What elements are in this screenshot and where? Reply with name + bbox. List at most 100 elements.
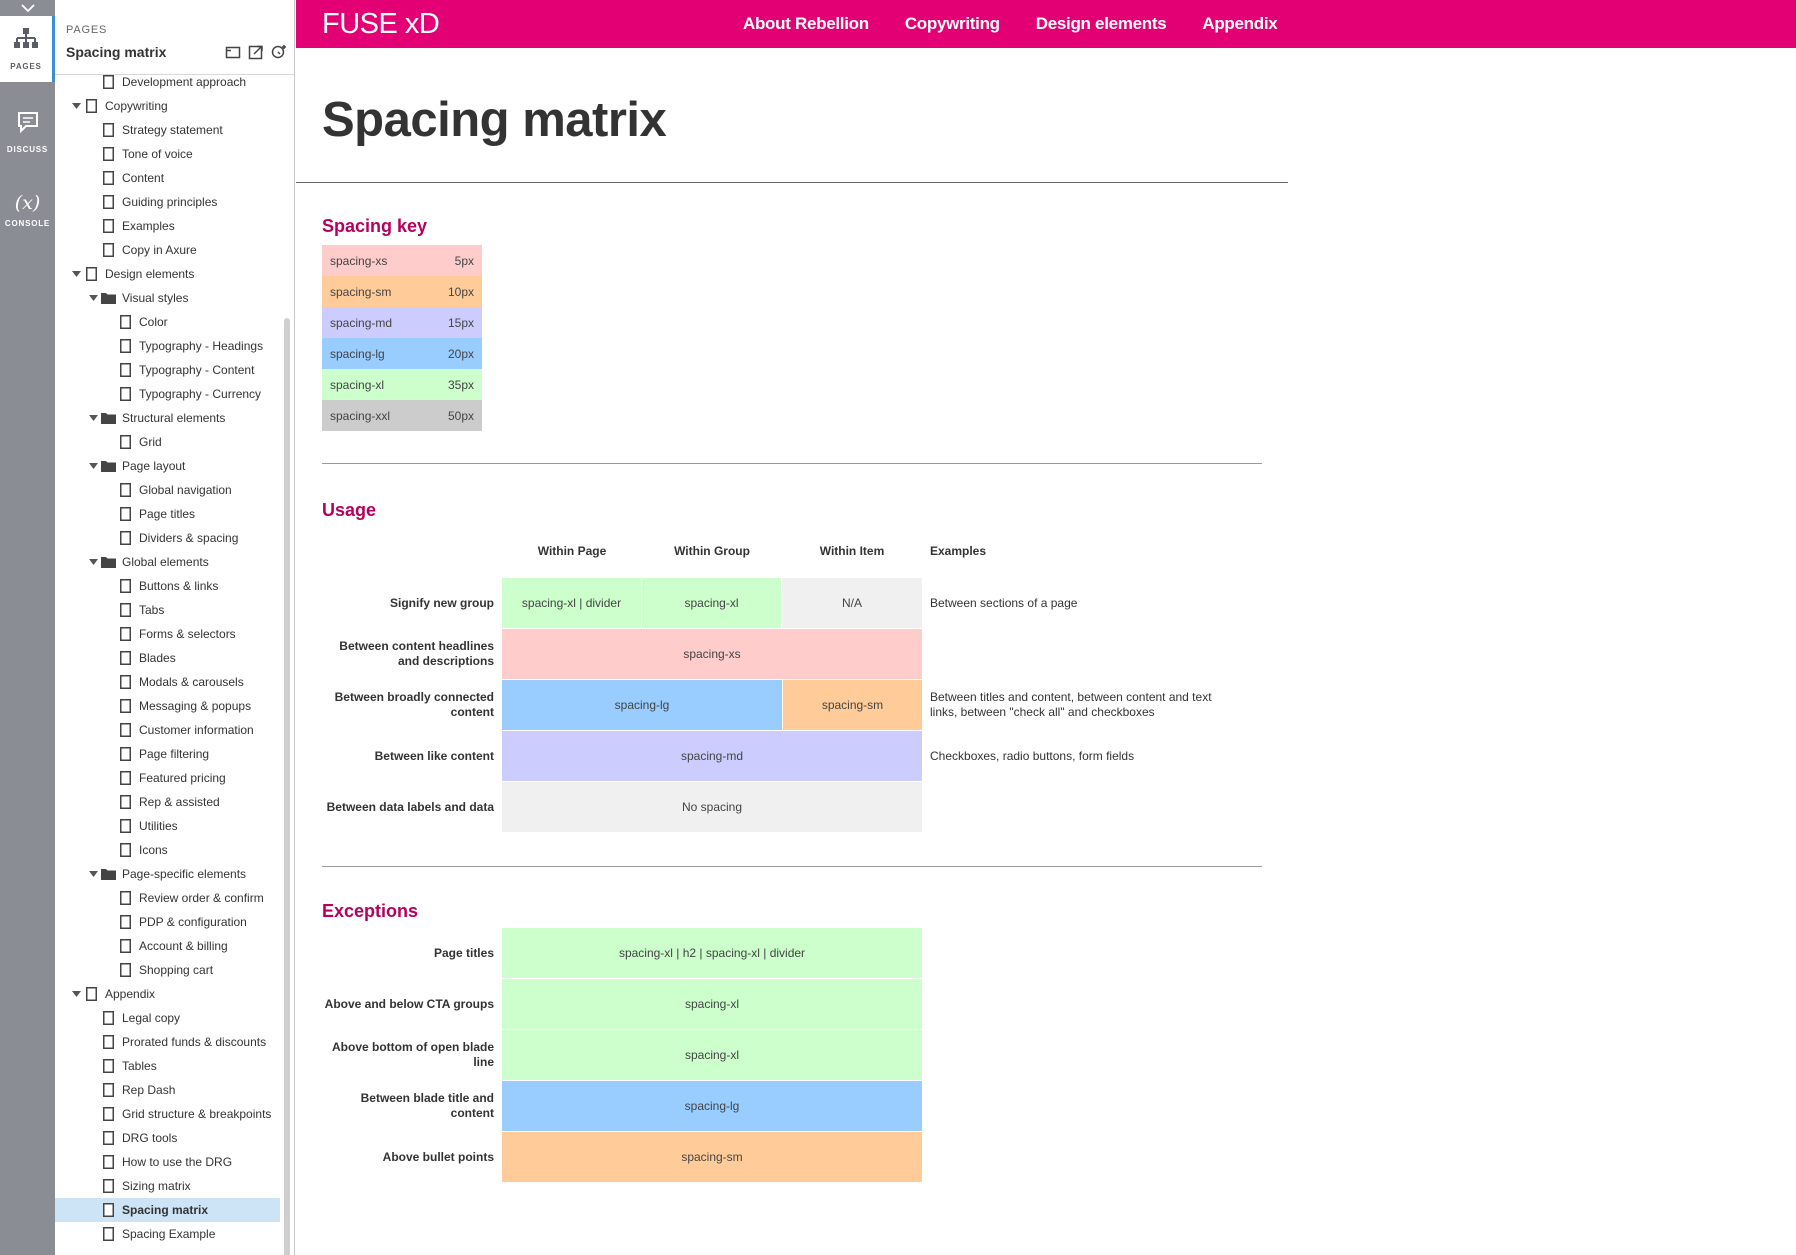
nav-about-rebellion[interactable]: About Rebellion [743,14,869,34]
variable-icon: (x) [14,191,41,214]
tree-item[interactable]: Guiding principles [55,190,280,214]
section-divider [322,866,1262,867]
usage-row-label: Signify new group [390,595,494,610]
usage-row-label: Between data labels and data [326,799,494,814]
tree-item[interactable]: Tables [55,1054,280,1078]
tree-item-label: Prorated funds & discounts [122,1035,267,1049]
tree-item[interactable]: Tone of voice [55,142,280,166]
expand-triangle-icon[interactable] [86,286,100,310]
tree-item-label: Global navigation [139,483,232,497]
tree-item[interactable]: Visual styles [55,286,280,310]
tree-item[interactable]: Page-specific elements [55,862,280,886]
usage-cell: spacing-lg [502,680,782,730]
tree-item[interactable]: Color [55,310,280,334]
new-page-icon[interactable] [225,44,241,60]
discuss-tab[interactable]: DISCUSS [0,99,55,165]
current-page-title: Spacing matrix [66,44,167,60]
tree-item[interactable]: Design elements [55,262,280,286]
page-icon [117,698,133,714]
tree-item[interactable]: Examples [55,214,280,238]
expand-triangle-icon[interactable] [69,982,83,1006]
nav-appendix[interactable]: Appendix [1202,14,1277,34]
tree-item-label: Copywriting [105,99,168,113]
tree-item[interactable]: Page titles [55,502,280,526]
sidebar-scrollbar[interactable] [284,318,290,1255]
tree-item[interactable]: Copy in Axure [55,238,280,262]
tree-item[interactable]: Blades [55,646,280,670]
tree-item[interactable]: How to use the DRG [55,1150,280,1174]
expand-triangle-icon[interactable] [86,454,100,478]
expand-triangle-icon[interactable] [69,262,83,286]
tree-item[interactable]: Typography - Content [55,358,280,382]
tree-item[interactable]: Strategy statement [55,118,280,142]
tree-item[interactable]: Spacing Example [55,1222,280,1246]
tree-item[interactable]: Legal copy [55,1006,280,1030]
tree-item[interactable]: DRG tools [55,1126,280,1150]
tree-item[interactable]: Appendix [55,982,280,1006]
tree-item[interactable]: Icons [55,838,280,862]
tree-item[interactable]: Content [55,166,280,190]
expand-triangle-icon[interactable] [86,862,100,886]
tree-item[interactable]: Sizing matrix [55,1174,280,1198]
tree-item[interactable]: Account & billing [55,934,280,958]
tree-item[interactable]: Rep & assisted [55,790,280,814]
tree-item[interactable]: Tabs [55,598,280,622]
tree-item[interactable]: Prorated funds & discounts [55,1030,280,1054]
page-icon [100,1130,116,1146]
tree-item[interactable]: Review order & confirm [55,886,280,910]
tree-item[interactable]: Page layout [55,454,280,478]
title-divider [296,182,1288,183]
spacing-key-row: spacing-lg 20px [322,338,482,369]
folder-icon [100,866,116,882]
tree-item[interactable]: Buttons & links [55,574,280,598]
tree-item[interactable]: Typography - Currency [55,382,280,406]
export-icon[interactable] [248,44,264,60]
collapse-chevron-icon[interactable] [0,0,55,16]
tree-item-label: Global elements [122,555,209,569]
tree-item[interactable]: Global elements [55,550,280,574]
page-icon [83,266,99,282]
tree-item[interactable]: Modals & carousels [55,670,280,694]
tree-item[interactable]: Copywriting [55,94,280,118]
console-tab[interactable]: (x) CONSOLE [0,177,55,243]
tree-item[interactable]: Customer information [55,718,280,742]
tree-item-label: Typography - Currency [139,387,262,401]
brand-logo[interactable]: FUSE xD [322,8,440,41]
folder-icon [100,410,116,426]
tree-item[interactable]: Dividers & spacing [55,526,280,550]
tree-item[interactable]: Messaging & popups [55,694,280,718]
nav-copywriting[interactable]: Copywriting [905,14,1000,34]
tree-item[interactable]: Utilities [55,814,280,838]
tree-item[interactable]: Rep Dash [55,1078,280,1102]
spacing-key-row: spacing-md 15px [322,307,482,338]
pages-tab[interactable]: PAGES [0,16,55,82]
nav-design-elements[interactable]: Design elements [1036,14,1167,34]
spacing-key-value: 50px [447,408,474,423]
expand-triangle-icon[interactable] [69,94,83,118]
expand-triangle-icon[interactable] [86,406,100,430]
tree-item[interactable]: Page filtering [55,742,280,766]
tree-item[interactable]: Grid [55,430,280,454]
tree-item[interactable]: Spacing matrix [55,1198,280,1222]
expand-triangle-icon[interactable] [86,550,100,574]
tree-item-label: Typography - Content [139,363,255,377]
add-folder-icon[interactable] [271,44,287,60]
tree-item[interactable]: Forms & selectors [55,622,280,646]
tree-item[interactable]: Structural elements [55,406,280,430]
tree-item[interactable]: Shopping cart [55,958,280,982]
page-icon [100,1226,116,1242]
tree-item[interactable]: Global navigation [55,478,280,502]
tree-item[interactable]: PDP & configuration [55,910,280,934]
tree-item-label: Page filtering [139,747,210,761]
tree-item[interactable]: Featured pricing [55,766,280,790]
tree-item-label: Account & billing [139,939,228,953]
tree-item[interactable]: Typography - Headings [55,334,280,358]
tree-item[interactable]: Grid structure & breakpoints [55,1102,280,1126]
page-icon [100,194,116,210]
page-content: Spacing matrix Spacing key spacing-xs 5px… [296,48,1796,1255]
